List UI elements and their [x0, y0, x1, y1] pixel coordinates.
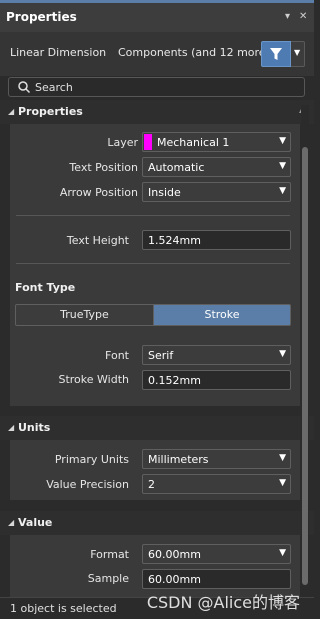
primary-units-label: Primary Units: [54, 453, 129, 466]
collapse-triangle-icon: ◢: [8, 107, 15, 116]
text-height-input[interactable]: 1.524mm: [142, 230, 291, 250]
pin-dropdown-icon[interactable]: ▾: [285, 11, 290, 22]
chevron-down-icon: ▼: [279, 136, 286, 146]
status-text: 1 object is selected: [10, 602, 117, 615]
properties-section-body: Layer Mechanical 1 ▼ Text Position Autom…: [10, 124, 300, 406]
primary-units-dropdown[interactable]: Millimeters ▼: [142, 449, 291, 469]
stroke-width-input[interactable]: 0.152mm: [142, 370, 291, 390]
layer-dropdown[interactable]: Mechanical 1 ▼: [142, 132, 291, 152]
properties-section-label: Properties: [18, 105, 83, 118]
stroke-width-value: 0.152mm: [148, 374, 201, 387]
vertical-scrollbar[interactable]: [301, 105, 309, 591]
format-label: Format: [90, 548, 129, 561]
font-type-truetype-button[interactable]: TrueType: [15, 304, 154, 326]
chevron-down-icon: ▼: [279, 349, 286, 359]
value-precision-value: 2: [148, 478, 155, 491]
font-type-stroke-button[interactable]: Stroke: [153, 304, 291, 326]
format-dropdown[interactable]: 60.00mm ▼: [142, 544, 291, 564]
primary-units-value: Millimeters: [148, 453, 209, 466]
chevron-down-icon: ▼: [279, 453, 286, 463]
format-value: 60.00mm: [148, 548, 201, 561]
value-section-header[interactable]: ◢ Value: [0, 511, 314, 535]
font-label: Font: [105, 349, 129, 362]
chevron-down-icon: ▼: [279, 548, 286, 558]
search-placeholder: Search: [35, 81, 73, 94]
close-icon[interactable]: ✕: [299, 11, 307, 22]
value-section-label: Value: [18, 516, 53, 529]
text-position-dropdown[interactable]: Automatic ▼: [142, 157, 291, 177]
sample-input: 60.00mm: [142, 569, 291, 589]
collapse-triangle-icon: ◢: [8, 518, 15, 527]
text-height-value: 1.524mm: [148, 234, 201, 247]
font-dropdown[interactable]: Serif ▼: [142, 345, 291, 365]
chevron-down-icon: ▼: [279, 161, 286, 171]
search-icon: [18, 81, 31, 94]
filter-dropdown-button[interactable]: ▼: [291, 41, 305, 67]
arrow-position-value: Inside: [148, 186, 181, 199]
sample-value: 60.00mm: [148, 573, 201, 586]
panel-titlebar: Properties ▾ ✕: [0, 0, 314, 32]
filter-button[interactable]: [261, 41, 291, 67]
text-position-value: Automatic: [148, 161, 205, 174]
divider: [16, 263, 290, 264]
layer-label: Layer: [107, 136, 138, 149]
watermark: CSDN @Alice的博客: [146, 593, 300, 612]
divider: [16, 215, 290, 216]
panel-title: Properties: [6, 10, 77, 24]
properties-section-header[interactable]: ◢ Properties ▲: [0, 100, 314, 124]
layer-value: Mechanical 1: [157, 136, 230, 149]
chevron-down-icon: ▼: [279, 478, 286, 488]
funnel-icon: [270, 48, 282, 60]
chevron-down-icon: ▼: [279, 186, 286, 196]
text-position-label: Text Position: [69, 161, 138, 174]
arrow-position-label: Arrow Position: [59, 186, 138, 199]
units-section-body: Primary Units Millimeters ▼ Value Precis…: [10, 440, 300, 500]
scope-label[interactable]: Components (and 12 more): [118, 46, 270, 59]
collapse-triangle-icon: ◢: [8, 423, 15, 432]
scrollbar-thumb[interactable]: [302, 147, 308, 585]
object-type-label: Linear Dimension: [10, 46, 107, 59]
value-precision-dropdown[interactable]: 2 ▼: [142, 474, 291, 494]
sample-label: Sample: [87, 572, 129, 585]
text-height-label: Text Height: [66, 234, 129, 247]
stroke-width-label: Stroke Width: [58, 373, 129, 386]
font-type-heading: Font Type: [15, 281, 76, 294]
chevron-down-icon: ▼: [294, 48, 301, 57]
layer-color-swatch: [144, 134, 152, 150]
value-precision-label: Value Precision: [46, 478, 129, 491]
search-input[interactable]: Search: [8, 77, 305, 97]
value-section-body: Format 60.00mm ▼ Sample 60.00mm: [10, 535, 300, 597]
font-value: Serif: [148, 349, 174, 362]
units-section-header[interactable]: ◢ Units: [0, 416, 314, 440]
units-section-label: Units: [18, 421, 51, 434]
arrow-position-dropdown[interactable]: Inside ▼: [142, 182, 291, 202]
